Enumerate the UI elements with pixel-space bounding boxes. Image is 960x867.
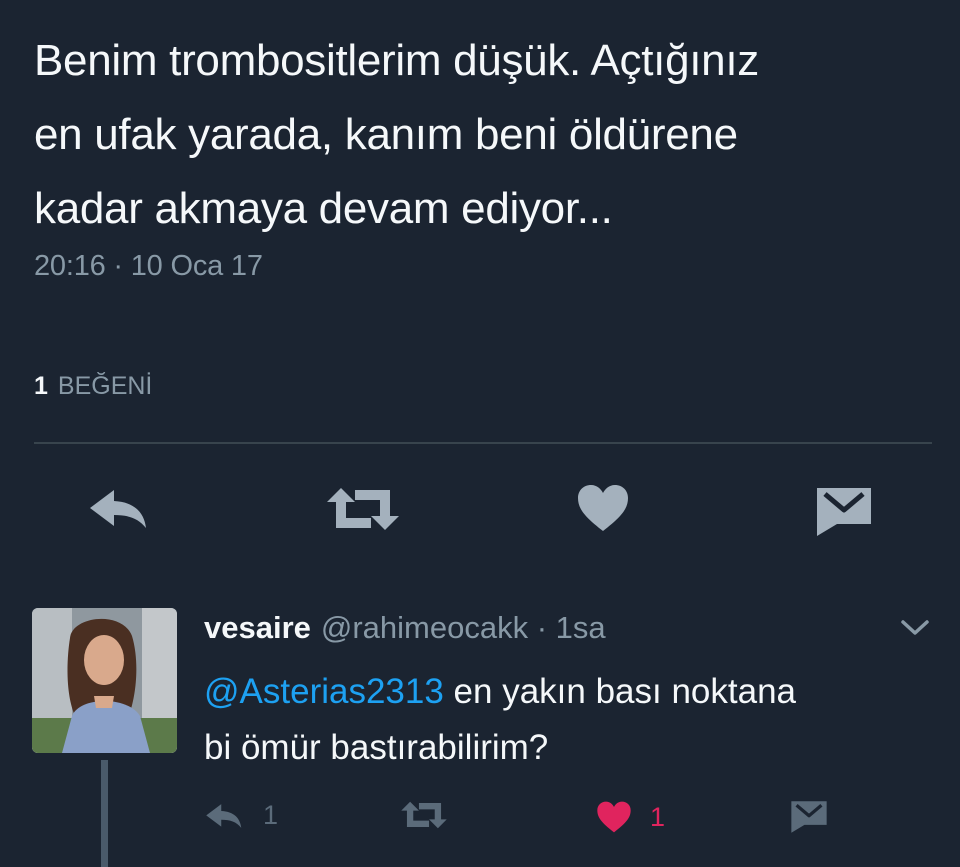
reply-header: vesaire @rahimeocakk · 1sa xyxy=(204,610,606,646)
display-name[interactable]: vesaire xyxy=(204,610,311,645)
reply-button[interactable] xyxy=(88,488,152,535)
retweet-icon xyxy=(401,801,447,829)
reply-icon xyxy=(206,803,242,828)
likes-label: BEĞENİ xyxy=(57,372,153,400)
reply-reply-button[interactable]: 1 xyxy=(205,800,278,831)
reply-text-line: @Asterias2313 en yakın bası noktana xyxy=(204,664,934,720)
likes-count: 1 xyxy=(34,372,48,400)
message-icon xyxy=(817,488,871,536)
reply-icon xyxy=(90,490,146,528)
retweet-button[interactable] xyxy=(325,486,401,537)
tweet-text-line: Benim trombositlerim düşük. Açtığınız xyxy=(34,36,759,85)
tweet-text-line: kadar akmaya devam ediyor... xyxy=(34,184,613,233)
avatar[interactable] xyxy=(32,608,177,753)
reply-message-button[interactable] xyxy=(790,800,828,834)
message-icon xyxy=(791,801,827,833)
mention-link[interactable]: @Asterias2313 xyxy=(204,672,444,711)
likes-stat[interactable]: 1 BEĞENİ xyxy=(34,372,152,401)
reply-text: @Asterias2313 en yakın bası noktana bi ö… xyxy=(204,664,934,776)
reply-text-part: en yakın bası noktana xyxy=(443,672,797,711)
tweet-text-line: en ufak yarada, kanım beni öldürene xyxy=(34,110,738,159)
direct-message-button[interactable] xyxy=(815,486,873,543)
chevron-down-icon xyxy=(901,620,929,635)
like-count: 1 xyxy=(650,801,666,832)
heart-icon xyxy=(597,801,631,833)
tweet-detail-screen: Benim trombositlerim düşük. Açtığınız en… xyxy=(0,0,960,867)
reply-like-button[interactable]: 1 xyxy=(596,800,665,834)
more-options-button[interactable] xyxy=(900,618,930,643)
reply-text-line: bi ömür bastırabilirim? xyxy=(204,728,549,767)
reply-count: 1 xyxy=(263,800,279,830)
reply-retweet-button[interactable] xyxy=(400,800,448,830)
divider xyxy=(34,442,932,444)
tweet-text: Benim trombositlerim düşük. Açtığınız en… xyxy=(34,24,934,246)
tweet-timestamp: 20:16 · 10 Oca 17 xyxy=(34,250,263,282)
reply-time: · 1sa xyxy=(536,610,606,645)
like-button[interactable] xyxy=(576,483,630,538)
thread-line xyxy=(101,760,108,867)
avatar-photo xyxy=(32,608,177,753)
heart-icon xyxy=(578,485,628,531)
retweet-icon xyxy=(327,488,399,530)
user-handle[interactable]: @rahimeocakk xyxy=(321,610,528,645)
